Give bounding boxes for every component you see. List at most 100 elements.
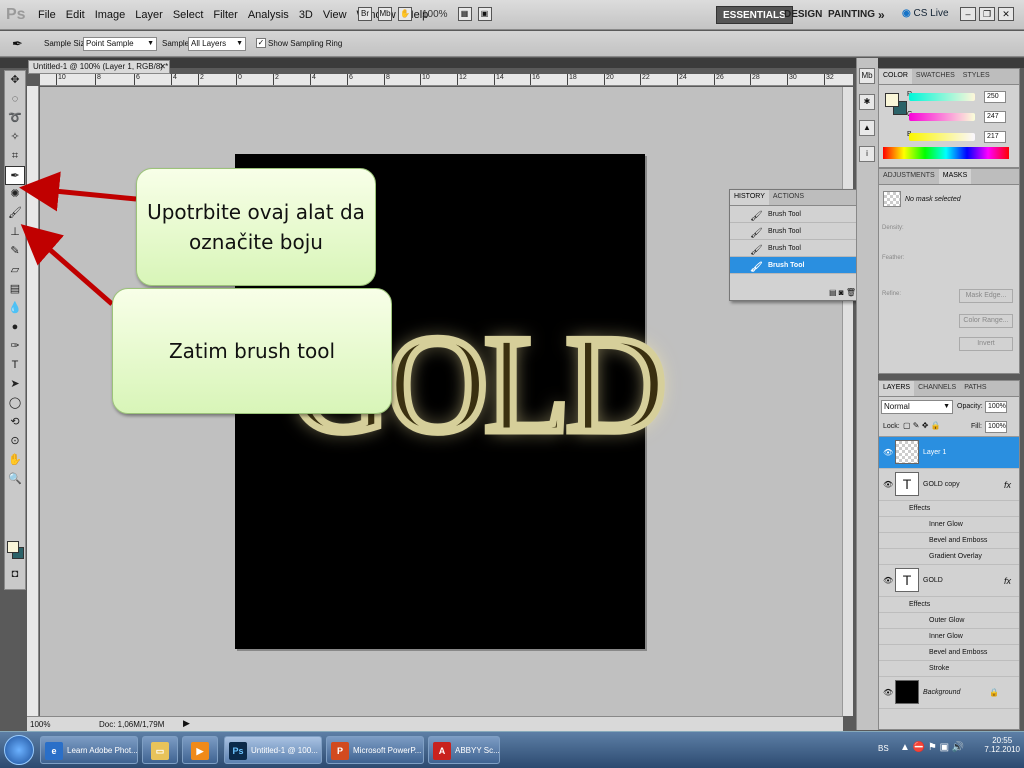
eraser-tool-icon[interactable]: ▱ [5,261,25,280]
type-tool-icon[interactable]: T [5,356,25,375]
effects-group[interactable]: Effects [879,501,1019,517]
clone-stamp-tool-icon[interactable]: ⊥ [5,223,25,242]
tab-actions[interactable]: ACTIONS [769,190,808,205]
layer-effects-icon[interactable]: fx [1004,469,1011,501]
status-menu-arrow-icon[interactable]: ▶ [183,718,190,729]
navigator-panel-icon[interactable]: ✱ [859,94,875,110]
layer-row-gold-copy[interactable]: 👁 T GOLD copy fx [879,469,1019,501]
visibility-eye-icon[interactable]: 👁 [883,565,893,597]
red-value-input[interactable]: 250 [984,91,1006,103]
opacity-input[interactable]: 100% [985,401,1007,413]
more-workspaces-chevron-icon[interactable]: » [872,6,891,24]
marquee-tool-icon[interactable]: ◌ [5,90,25,109]
healing-brush-tool-icon[interactable]: ✺ [5,185,25,204]
status-zoom[interactable]: 100% [30,720,50,729]
mini-bridge-icon[interactable]: Mb [378,7,392,21]
blue-slider[interactable] [909,133,975,141]
show-sampling-ring-checkbox[interactable]: ✓ [256,38,266,48]
cs-live-button[interactable]: ◉ CS Live [902,8,949,19]
visibility-eye-icon[interactable]: 👁 [883,469,893,501]
system-tray-icons[interactable]: ▲ ⛔ ⚑ ▣ 🔊 [900,742,964,753]
brush-tool-icon[interactable]: 🖌 [5,204,25,223]
start-button[interactable] [4,735,34,765]
shape-tool-icon[interactable]: ◯ [5,394,25,413]
history-brush-tool-icon[interactable]: ✎ [5,242,25,261]
visibility-eye-icon[interactable]: 👁 [883,437,893,469]
bridge-icon[interactable]: Br [358,7,372,21]
green-value-input[interactable]: 247 [984,111,1006,123]
tab-paths[interactable]: PATHS [960,381,990,396]
minimize-icon[interactable]: – [960,7,976,21]
effect-item[interactable]: Gradient Overlay [879,549,1019,565]
history-item-selected[interactable]: 🖌 Brush Tool [730,257,864,274]
move-tool-icon[interactable]: ✥ [5,71,25,90]
menu-file[interactable]: File [33,9,61,21]
screen-mode-icon[interactable]: ▣ [477,7,492,21]
menu-view[interactable]: View [318,9,352,21]
color-spectrum-bar[interactable] [883,147,1009,159]
quick-mask-icon[interactable]: ◘ [5,565,25,584]
menu-3d[interactable]: 3D [294,9,318,21]
canvas-vertical-scrollbar[interactable] [842,87,853,716]
3d-orbit-tool-icon[interactable]: ⊙ [5,432,25,451]
layer-row-layer1[interactable]: 👁 Layer 1 [879,437,1019,469]
3d-rotate-tool-icon[interactable]: ⟲ [5,413,25,432]
document-tab[interactable]: Untitled-1 @ 100% (Layer 1, RGB/8) * ✕ [28,60,170,74]
close-icon[interactable]: ✕ [998,7,1014,21]
layer-row-gold[interactable]: 👁 T GOLD fx [879,565,1019,597]
tab-styles[interactable]: STYLES [959,69,994,84]
lasso-tool-icon[interactable]: ➰ [5,109,25,128]
pen-tool-icon[interactable]: ✑ [5,337,25,356]
workspace-design-button[interactable]: DESIGN [778,6,828,24]
effect-item[interactable]: Outer Glow [879,613,1019,629]
effect-item[interactable]: Bevel and Emboss [879,645,1019,661]
restore-icon[interactable]: ❐ [979,7,995,21]
history-item[interactable]: 🖌 Brush Tool [730,206,864,223]
mask-edge-button[interactable]: Mask Edge... [959,289,1013,303]
tab-channels[interactable]: CHANNELS [914,381,960,396]
fill-input[interactable]: 100% [985,421,1007,433]
menu-layer[interactable]: Layer [130,9,168,21]
foreground-color-swatch[interactable] [7,541,19,553]
histogram-panel-icon[interactable]: ▲ [859,120,875,136]
tab-adjustments[interactable]: ADJUSTMENTS [879,169,939,184]
hand-tool-icon[interactable]: ✋ [5,451,25,470]
tab-history[interactable]: HISTORY [730,190,769,205]
taskbar-item-photoshop[interactable]: Ps Untitled-1 @ 100... [224,736,322,764]
arrange-documents-icon[interactable]: ▦ [457,7,472,21]
blur-tool-icon[interactable]: 💧 [5,299,25,318]
tab-layers[interactable]: LAYERS [879,381,915,396]
taskbar-explorer[interactable]: ▭ [142,736,178,764]
history-panel-footer-icons[interactable]: ▤ ◙ 🗑 [829,288,856,297]
lock-icons[interactable]: ▢ ✎ ✥ 🔒 [903,421,941,430]
blend-mode-select[interactable]: Normal [881,400,953,414]
mini-bridge-panel-icon[interactable]: Mb [859,68,875,84]
zoom-tool-icon[interactable]: 🔍 [5,470,25,489]
effect-item[interactable]: Inner Glow [879,517,1019,533]
effect-item[interactable]: Stroke [879,661,1019,677]
color-panel-fg-swatch[interactable] [885,93,899,107]
history-item[interactable]: 🖌 Brush Tool [730,223,864,240]
tab-color[interactable]: COLOR [879,69,912,84]
eyedropper-tool-icon[interactable]: ✒ [5,166,25,185]
zoom-level-menu[interactable]: 100% [422,9,448,20]
magic-wand-tool-icon[interactable]: ✧ [5,128,25,147]
sample-size-select[interactable]: Point Sample [83,37,157,51]
info-panel-icon[interactable]: i [859,146,875,162]
taskbar-item-learn-photoshop[interactable]: e Learn Adobe Phot... [40,736,138,764]
menu-analysis[interactable]: Analysis [243,9,294,21]
menu-filter[interactable]: Filter [208,9,242,21]
eyedropper-preset-icon[interactable]: ✒ [12,36,23,52]
tab-swatches[interactable]: SWATCHES [912,69,959,84]
menu-image[interactable]: Image [90,9,131,21]
invert-button[interactable]: Invert [959,337,1013,351]
effect-item[interactable]: Inner Glow [879,629,1019,645]
clock[interactable]: 20:55 7.12.2010 [984,736,1020,754]
layer-effects-icon[interactable]: fx [1004,565,1011,597]
layer-row-background[interactable]: 👁 Background 🔒 [879,677,1019,709]
hand-tool-icon[interactable]: ✋ [398,7,412,21]
history-item[interactable]: 🖌 Brush Tool [730,240,864,257]
visibility-eye-icon[interactable]: 👁 [883,677,893,709]
dodge-tool-icon[interactable]: ● [5,318,25,337]
crop-tool-icon[interactable]: ⌗ [5,147,25,166]
